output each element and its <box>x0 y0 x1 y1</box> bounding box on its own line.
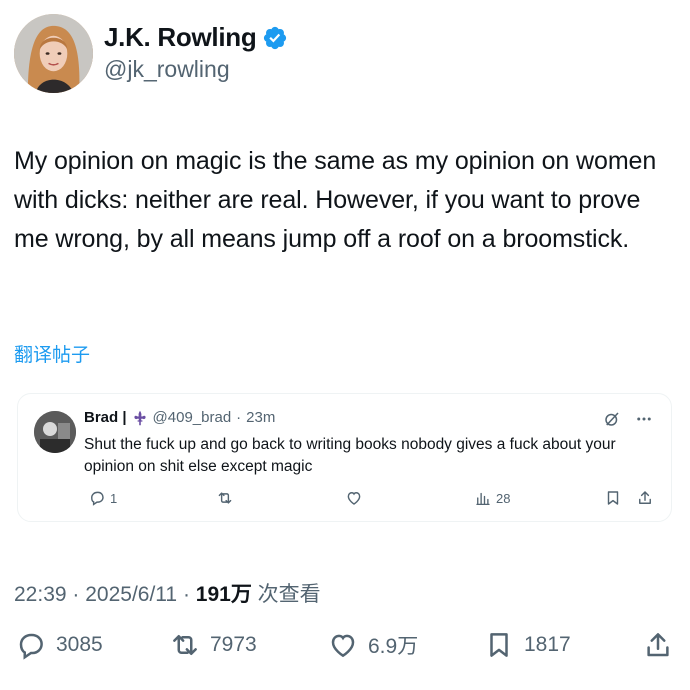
quote-bookmark-button[interactable] <box>604 489 622 507</box>
reply-icon <box>91 491 104 506</box>
quote-author-name[interactable]: Brad | <box>84 409 127 426</box>
author-name[interactable]: J.K. Rowling <box>104 22 288 53</box>
quote-separator: · <box>236 409 242 426</box>
tweet-action-bar: 3085 7973 6.9万 1817 <box>0 630 690 670</box>
heart-icon <box>347 492 361 505</box>
bookmark-icon <box>490 633 508 657</box>
quote-header: Brad | @409_brad · 23m <box>84 409 275 426</box>
quote-text: Shut the fuck up and go back to writing … <box>84 436 616 475</box>
quote-handle[interactable]: @409_brad <box>153 409 232 426</box>
quoted-post-card[interactable]: Brad | @409_brad · 23m Shut the fuck up … <box>17 393 672 522</box>
reply-button[interactable]: 3085 <box>16 630 103 660</box>
quote-views-button[interactable]: 28 <box>474 489 510 507</box>
quote-view-count: 28 <box>496 490 511 506</box>
bookmark-icon <box>607 491 619 505</box>
quote-like-button[interactable] <box>345 489 363 507</box>
heart-icon <box>331 634 355 658</box>
author-name-text[interactable]: J.K. Rowling <box>104 22 257 53</box>
like-button[interactable]: 6.9万 <box>328 630 418 660</box>
translate-post-link[interactable]: 翻译帖子 <box>14 340 90 367</box>
fleur-de-lis-icon <box>133 410 146 425</box>
repost-icon <box>173 635 197 655</box>
share-icon <box>647 633 669 657</box>
stamp-separator-2: · <box>182 583 196 606</box>
views-label: 次查看 <box>257 583 321 606</box>
like-count: 6.9万 <box>368 635 419 658</box>
tweet-timestamp: 22:39 · 2025/6/11 · 191万 次查看 <box>14 578 321 608</box>
stamp-separator-1: · <box>72 583 86 606</box>
share-icon <box>639 491 651 504</box>
bookmark-count: 1817 <box>524 633 571 656</box>
views-chart-icon <box>476 492 490 506</box>
quote-action-bar: 1 28 <box>18 489 673 513</box>
quote-reply-button[interactable]: 1 <box>88 489 117 507</box>
author-avatar[interactable] <box>14 14 93 93</box>
reply-icon <box>19 633 43 660</box>
tweet-text: My opinion on magic is the same as my op… <box>14 147 657 253</box>
views-count: 191万 <box>195 583 252 606</box>
more-options-icon[interactable] <box>635 410 653 428</box>
tweet-time[interactable]: 22:39 <box>14 583 67 606</box>
tweet-date[interactable]: 2025/6/11 <box>85 583 177 606</box>
bookmark-button[interactable]: 1817 <box>484 630 571 660</box>
repost-count: 7973 <box>210 633 257 656</box>
quote-repost-button[interactable] <box>216 489 234 507</box>
quote-share-button[interactable] <box>636 489 654 507</box>
author-handle[interactable]: @jk_rowling <box>104 56 230 83</box>
repost-icon <box>218 492 232 504</box>
verified-badge-icon <box>264 26 287 49</box>
quote-time[interactable]: 23m <box>246 409 275 426</box>
share-button[interactable] <box>643 630 673 660</box>
reply-count: 3085 <box>56 633 103 656</box>
grok-icon[interactable] <box>603 410 621 428</box>
quote-reply-count: 1 <box>110 490 118 506</box>
repost-button[interactable]: 7973 <box>170 630 257 660</box>
quote-top-icons <box>603 410 653 428</box>
quote-avatar[interactable] <box>34 411 76 453</box>
